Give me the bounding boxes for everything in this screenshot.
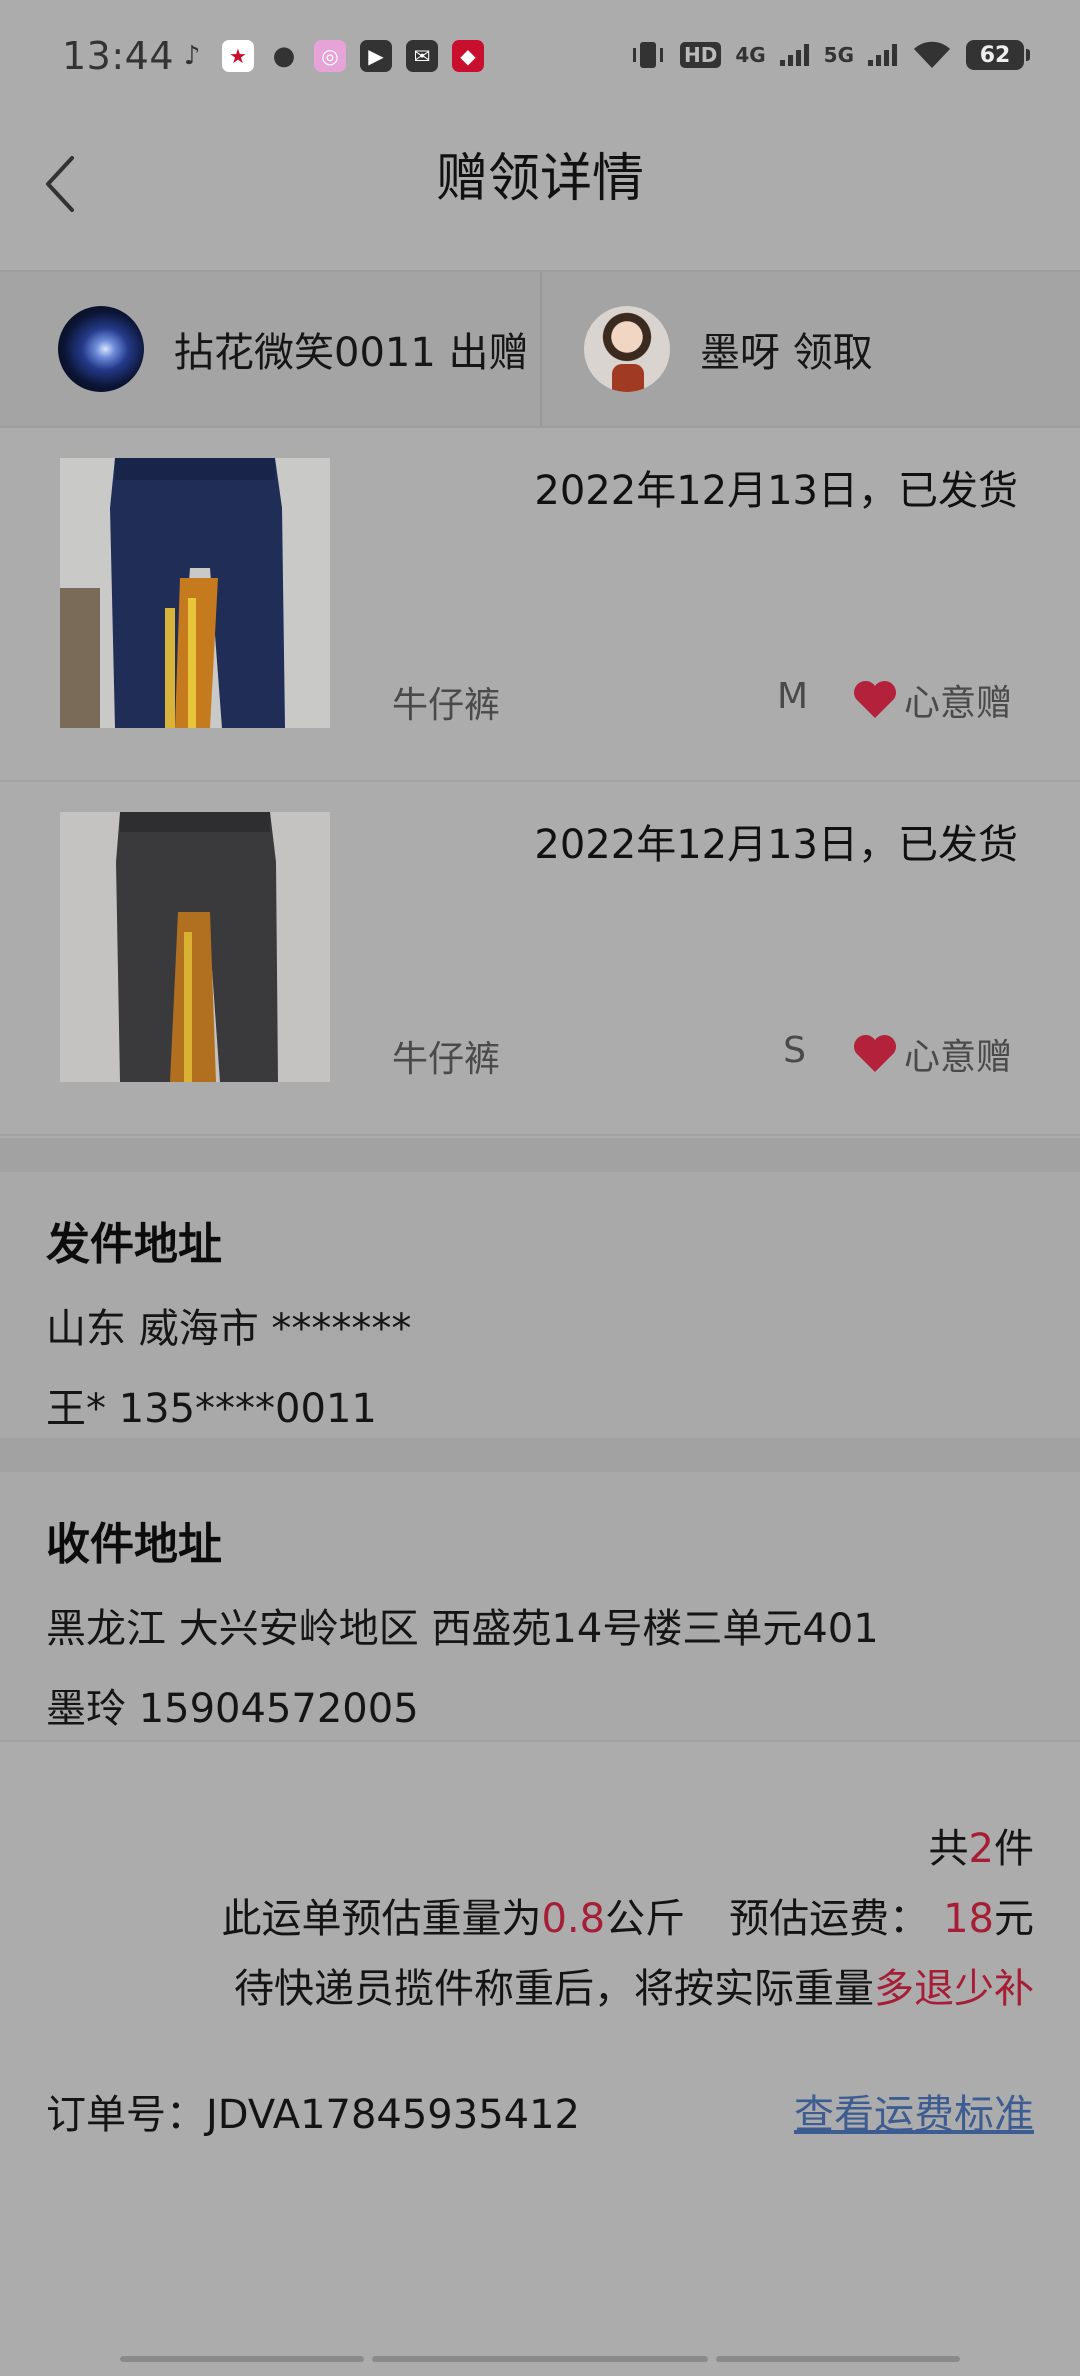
fee-standard-link[interactable]: 查看运费标准 <box>794 2082 1034 2140</box>
sender-contact-line: 王* 135****0011 <box>46 1386 377 1432</box>
weight-note-line: 待快递员揽件称重后，将按实际重量多退少补 <box>234 1956 1034 2014</box>
weight-note: 待快递员揽件称重后，将按实际重量 <box>234 1966 874 2012</box>
giver-avatar[interactable] <box>58 306 144 392</box>
weight-note-highlight: 多退少补 <box>874 1966 1034 2012</box>
page-title: 赠领详情 <box>435 149 644 209</box>
fee-unit: 元 <box>994 1896 1034 1942</box>
weight-unit: 公斤 <box>605 1896 686 1942</box>
sender-address-line: 山东 威海市 ******* <box>46 1306 412 1352</box>
heart-icon <box>853 1034 896 1072</box>
gift-tag-label: 心意赠 <box>903 683 1012 724</box>
item-card[interactable]: 2022年12月13日，已发货 牛仔裤 M 心意赠 <box>0 428 1080 782</box>
hd-indicator: HD <box>679 42 722 68</box>
item-count-suffix: 件 <box>994 1826 1034 1872</box>
item-status: 2022年12月13日，已发货 <box>534 468 1018 514</box>
sender-address-section: 发件地址 山东 威海市 ******* 王* 135****0011 <box>0 1172 1080 1438</box>
receiver-avatar[interactable] <box>584 306 670 392</box>
shop-app-icon: ◆ <box>452 40 484 72</box>
signal-5g-icon <box>868 44 897 66</box>
network-4g-indicator: 4G <box>735 43 766 67</box>
section-divider <box>0 1438 1080 1472</box>
order-number-label: 订单号： <box>46 2092 206 2138</box>
heart-icon <box>853 680 896 718</box>
tiktok-icon: ♪ <box>183 41 201 71</box>
gift-tag-label: 心意赠 <box>903 1037 1012 1078</box>
order-summary: 共2件 此运单预估重量为0.8公斤 预估运费： 18元 待快递员揽件称重后，将按实际… <box>0 1740 1080 2376</box>
item-card[interactable]: 2022年12月13日，已发货 牛仔裤 S 心意赠 <box>0 782 1080 1136</box>
receiver-label: 墨呀 领取 <box>700 330 873 376</box>
star-app-icon: ★ <box>222 40 254 72</box>
item-name: 牛仔裤 <box>392 685 501 726</box>
signal-4g-icon <box>779 44 809 66</box>
jeans-image <box>60 458 330 728</box>
gift-tag[interactable]: 心意赠 <box>852 1028 1012 1080</box>
status-indicators: HD 4G 5G 62 <box>630 38 1030 72</box>
receiver-address-line: 黑龙江 大兴安岭地区 西盛苑14号楼三单元401 <box>46 1606 879 1652</box>
sender-address-title: 发件地址 <box>46 1219 222 1270</box>
network-5g-indicator: 5G <box>823 43 854 67</box>
nav-bar: 赠领详情 <box>0 118 1080 270</box>
item-status: 2022年12月13日，已发货 <box>534 822 1018 868</box>
section-divider <box>0 1138 1080 1172</box>
vibrate-icon <box>632 42 663 68</box>
receiver-party[interactable]: 墨呀 领取 <box>540 272 1080 426</box>
item-photo[interactable] <box>60 812 330 1082</box>
fee-value: 18 <box>943 1896 994 1942</box>
order-number-value: JDVA17845935412 <box>206 2092 581 2138</box>
receiver-address-title: 收件地址 <box>46 1519 222 1570</box>
gift-tag[interactable]: 心意赠 <box>852 674 1012 726</box>
item-photo[interactable] <box>60 458 330 728</box>
status-bar: 13:44 ♪ ★ ● ◎ ▶ ✉ ◆ HD 4G 5G 62 <box>0 0 1080 118</box>
weight-label: 此运单预估重量为 <box>221 1896 542 1942</box>
gesture-bar-left <box>120 2356 364 2362</box>
weight-value: 0.8 <box>541 1896 606 1942</box>
camera-app-icon: ◎ <box>314 40 346 72</box>
mail-app-icon: ✉ <box>406 40 438 72</box>
wifi-icon <box>914 41 950 68</box>
gesture-bar-center[interactable] <box>372 2356 708 2362</box>
notification-icons: ♪ ★ ● ◎ ▶ ✉ ◆ <box>176 40 484 72</box>
item-count-prefix: 共 <box>928 1826 969 1872</box>
giver-party[interactable]: 拈花微笑0011 出赠 <box>0 272 540 426</box>
receiver-address-section: 收件地址 黑龙江 大兴安岭地区 西盛苑14号楼三单元401 墨玲 1590457… <box>0 1472 1080 1740</box>
giver-label: 拈花微笑0011 出赠 <box>174 330 529 376</box>
item-size: M <box>776 676 808 717</box>
item-count: 共2件 <box>929 1816 1034 1874</box>
gesture-bar-right <box>716 2356 960 2362</box>
item-size: S <box>783 1030 806 1071</box>
battery-indicator: 62 <box>966 40 1030 70</box>
message-icon: ● <box>272 41 296 71</box>
item-name: 牛仔裤 <box>392 1039 501 1080</box>
fee-label: 预估运费： <box>729 1896 930 1942</box>
jeans-image <box>60 812 330 1082</box>
parties-bar: 拈花微笑0011 出赠 墨呀 领取 <box>0 270 1080 428</box>
weight-fee-line: 此运单预估重量为0.8公斤 预估运费： 18元 <box>221 1886 1034 1944</box>
video-app-icon: ▶ <box>360 40 392 72</box>
page: 13:44 ♪ ★ ● ◎ ▶ ✉ ◆ HD 4G 5G 62 赠领详情 拈花微… <box>0 0 1080 2376</box>
order-number: 订单号：JDVA17845935412 <box>46 2082 580 2140</box>
status-time: 13:44 <box>62 34 175 78</box>
receiver-contact-line: 墨玲 15904572005 <box>46 1686 419 1732</box>
item-count-value: 2 <box>968 1826 994 1872</box>
